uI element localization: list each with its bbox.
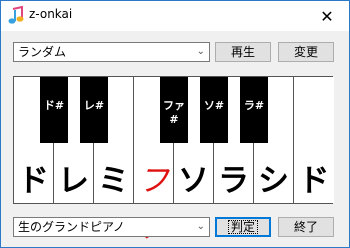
white-key-label: シ: [258, 163, 289, 199]
black-key-do-sharp[interactable]: ド#: [40, 77, 68, 143]
black-key-label: ド#: [43, 99, 65, 112]
black-key-label: ソ#: [203, 99, 225, 112]
black-key-fa-sharp[interactable]: ファ#: [160, 77, 188, 143]
white-key-label: ラ: [218, 163, 249, 199]
close-icon: ✕: [320, 6, 334, 26]
black-key-so-sharp[interactable]: ソ#: [200, 77, 228, 143]
play-button-label: 再生: [230, 45, 255, 59]
title-bar: z-onkai ✕: [1, 1, 349, 31]
white-key-label: ド: [298, 163, 330, 199]
white-key-label: レ: [58, 163, 89, 199]
white-key-label: ド: [18, 163, 49, 199]
window-title: z-onkai: [29, 7, 73, 21]
piano-keyboard: ド レ ミ ファ ソ ラ シ ド ド# レ# ファ#: [13, 76, 334, 244]
quit-button-label: 終了: [293, 220, 318, 234]
change-button[interactable]: 変更: [278, 42, 334, 62]
music-note-icon: [8, 6, 24, 24]
app-window: z-onkai ✕ ランダム ⌄ 再生 変更 ド レ ミ ファ ソ ラ: [0, 0, 350, 248]
black-key-re-sharp[interactable]: レ#: [80, 77, 108, 143]
black-key-label: レ#: [83, 99, 105, 112]
white-key-label: ミ: [98, 163, 129, 199]
black-key-label: ラ#: [243, 99, 265, 112]
change-button-label: 変更: [293, 45, 318, 59]
judge-button-label: 判定: [227, 220, 258, 234]
instrument-select-value: 生のグランドピアノ: [18, 220, 125, 234]
black-key-label: ファ#: [163, 99, 185, 126]
mode-select-value: ランダム: [18, 45, 67, 59]
black-key-ra-sharp[interactable]: ラ#: [240, 77, 268, 143]
close-button[interactable]: ✕: [305, 1, 349, 31]
play-button[interactable]: 再生: [215, 42, 271, 62]
chevron-down-icon: ⌄: [196, 46, 205, 57]
white-key-do-high[interactable]: ド: [294, 77, 334, 203]
chevron-down-icon: ⌄: [196, 221, 205, 232]
mode-select[interactable]: ランダム ⌄: [13, 42, 210, 62]
white-key-label: ソ: [178, 163, 209, 199]
instrument-select[interactable]: 生のグランドピアノ ⌄: [13, 217, 210, 237]
judge-button[interactable]: 判定: [215, 217, 271, 237]
quit-button[interactable]: 終了: [278, 217, 334, 237]
